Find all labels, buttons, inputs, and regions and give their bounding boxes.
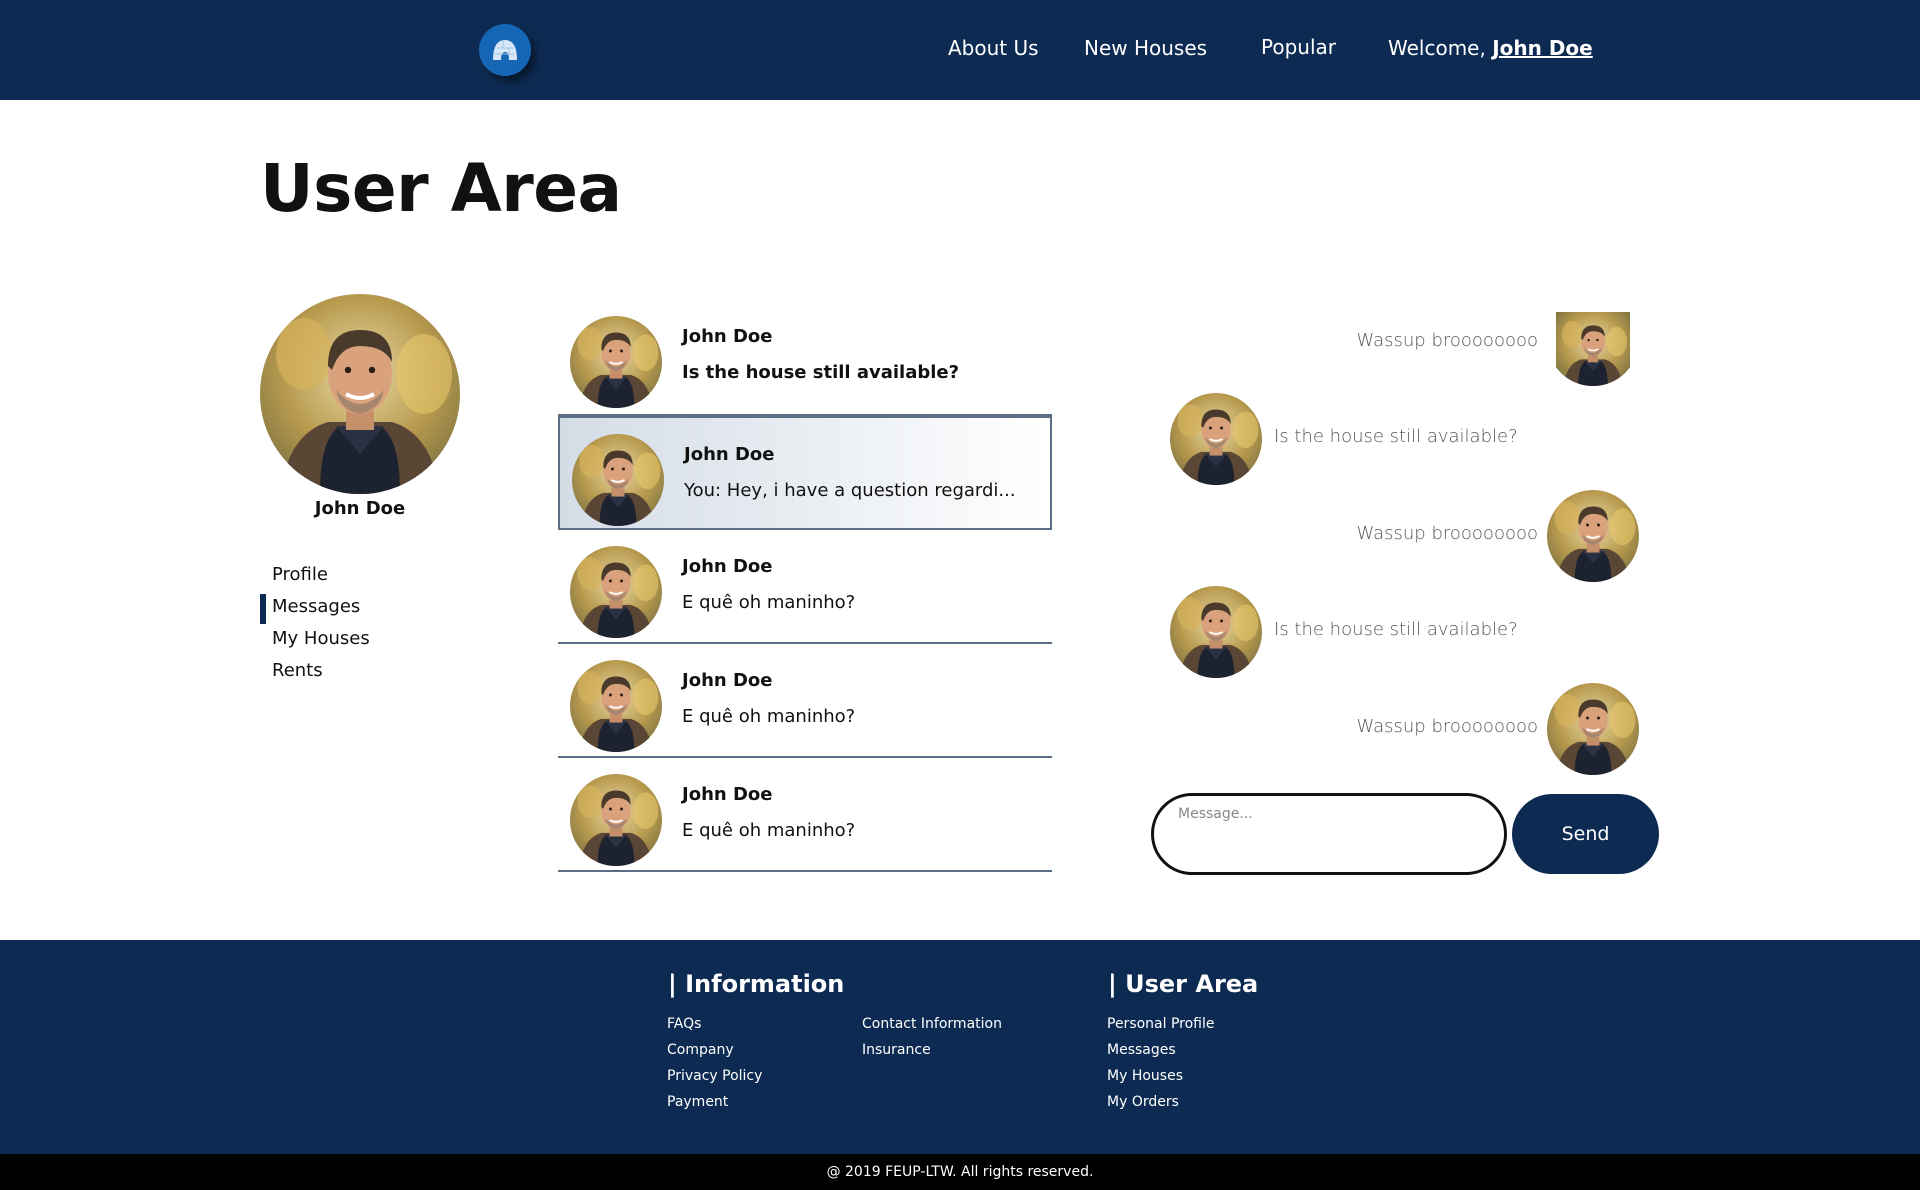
conversation-preview: Is the house still available? xyxy=(682,362,960,383)
profile-name: John Doe xyxy=(314,498,406,519)
conversation-name: John Doe xyxy=(682,326,773,347)
welcome-prefix: Welcome, xyxy=(1388,36,1493,60)
footer-link-insurance[interactable]: Insurance xyxy=(862,1042,931,1058)
chat-panel: Wassup broooooooo Is the house still ava… xyxy=(1150,320,1670,780)
message-input[interactable] xyxy=(1151,793,1507,875)
conversation-preview: You: Hey, i have a question regardi... xyxy=(684,480,1016,501)
conversation-avatar xyxy=(570,660,662,752)
copyright: @ 2019 FEUP-LTW. All rights reserved. xyxy=(0,1154,1920,1190)
footer-link-my-houses[interactable]: My Houses xyxy=(1107,1068,1183,1084)
conversation-preview: E quê oh maninho? xyxy=(682,820,856,841)
message-text: Is the house still available? xyxy=(1274,619,1518,640)
conversation-item[interactable]: John Doe E quê oh maninho? xyxy=(558,644,1052,758)
conversation-item[interactable]: John Doe E quê oh maninho? xyxy=(558,758,1052,872)
conversation-avatar xyxy=(572,434,664,526)
conversation-name: John Doe xyxy=(684,444,775,465)
footer: | Information FAQs Company Privacy Polic… xyxy=(0,940,1920,1154)
message-avatar xyxy=(1170,393,1262,485)
side-menu-profile[interactable]: Profile xyxy=(260,562,370,594)
footer-link-faqs[interactable]: FAQs xyxy=(667,1016,701,1032)
footer-link-payment[interactable]: Payment xyxy=(667,1094,728,1110)
profile-avatar xyxy=(260,294,460,494)
side-menu-rents[interactable]: Rents xyxy=(260,658,370,690)
conversation-preview: E quê oh maninho? xyxy=(682,706,856,727)
conversation-avatar xyxy=(570,774,662,866)
side-menu-messages[interactable]: Messages xyxy=(260,594,370,626)
footer-link-messages[interactable]: Messages xyxy=(1107,1042,1176,1058)
message-text: Wassup broooooooo xyxy=(1356,523,1538,544)
welcome-user-link[interactable]: John Doe xyxy=(1492,36,1593,60)
message-avatar xyxy=(1547,312,1639,386)
message-avatar xyxy=(1170,586,1262,678)
conversation-name: John Doe xyxy=(682,784,773,805)
side-menu-my-houses[interactable]: My Houses xyxy=(260,626,370,658)
top-header: About Us New Houses Popular Welcome, Joh… xyxy=(0,0,1920,100)
send-button[interactable]: Send xyxy=(1512,794,1659,874)
welcome-text: Welcome, John Doe xyxy=(1388,36,1593,60)
message-avatar xyxy=(1547,490,1639,582)
conversation-item-selected[interactable]: John Doe You: Hey, i have a question reg… xyxy=(558,416,1052,530)
conversation-avatar xyxy=(570,316,662,408)
conversation-item[interactable]: John Doe Is the house still available? xyxy=(558,300,1052,416)
message-text: Wassup broooooooo xyxy=(1356,716,1538,737)
nav-about-us[interactable]: About Us xyxy=(948,36,1039,60)
conversation-preview: E quê oh maninho? xyxy=(682,592,856,613)
footer-link-personal-profile[interactable]: Personal Profile xyxy=(1107,1016,1215,1032)
conversation-name: John Doe xyxy=(682,556,773,577)
message-text: Wassup broooooooo xyxy=(1356,330,1538,351)
footer-link-company[interactable]: Company xyxy=(667,1042,734,1058)
conversation-list: John Doe Is the house still available? J… xyxy=(558,300,1052,872)
message-avatar xyxy=(1547,683,1639,775)
footer-link-my-orders[interactable]: My Orders xyxy=(1107,1094,1179,1110)
side-menu: Profile Messages My Houses Rents xyxy=(260,562,370,690)
page-title: User Area xyxy=(260,150,622,227)
conversation-avatar xyxy=(570,546,662,638)
footer-user-area-heading: | User Area xyxy=(1108,970,1259,998)
nav-popular[interactable]: Popular xyxy=(1261,35,1336,59)
message-text: Is the house still available? xyxy=(1274,426,1518,447)
nav-new-houses[interactable]: New Houses xyxy=(1084,36,1207,60)
conversation-item[interactable]: John Doe E quê oh maninho? xyxy=(558,530,1052,644)
conversation-name: John Doe xyxy=(682,670,773,691)
footer-link-privacy-policy[interactable]: Privacy Policy xyxy=(667,1068,762,1084)
footer-link-contact-information[interactable]: Contact Information xyxy=(862,1016,1002,1032)
igloo-icon[interactable] xyxy=(479,24,531,76)
footer-information-heading: | Information xyxy=(668,970,845,998)
